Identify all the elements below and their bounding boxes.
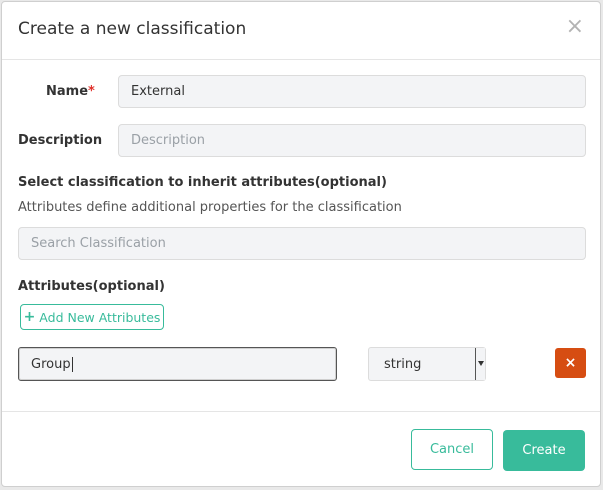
name-input[interactable]: External (118, 75, 586, 108)
close-icon: × (564, 355, 577, 371)
attribute-name-input[interactable]: Group (18, 347, 337, 381)
text-caret (71, 356, 73, 372)
name-label: Name* (46, 84, 95, 99)
name-label-text: Name (46, 84, 89, 99)
cancel-button[interactable]: Cancel (411, 429, 493, 470)
description-label: Description (18, 133, 103, 148)
footer-divider (2, 411, 600, 412)
search-classification-input[interactable]: Search Classification (18, 227, 586, 260)
chevron-down-icon (475, 348, 485, 380)
attribute-name-value: Group (31, 356, 71, 372)
attributes-label: Attributes(optional) (18, 279, 165, 294)
attribute-type-select[interactable]: string (368, 347, 486, 381)
modal-header: Create a new classification × (2, 2, 600, 60)
delete-attribute-button[interactable]: × (555, 348, 586, 378)
plus-icon: + (23, 309, 36, 325)
description-input[interactable]: Description (118, 124, 586, 157)
inherit-label: Select classification to inherit attribu… (18, 175, 387, 190)
create-button[interactable]: Create (503, 430, 585, 471)
required-mark: * (88, 84, 95, 99)
add-new-attributes-button[interactable]: + Add New Attributes (20, 304, 164, 330)
inherit-help-text: Attributes define additional properties … (18, 200, 402, 215)
add-new-attributes-label: Add New Attributes (39, 309, 161, 325)
close-icon[interactable]: × (566, 16, 584, 38)
create-classification-modal: Create a new classification × Name* Exte… (1, 1, 601, 487)
modal-title: Create a new classification (18, 19, 247, 39)
attribute-type-value: string (384, 356, 422, 372)
